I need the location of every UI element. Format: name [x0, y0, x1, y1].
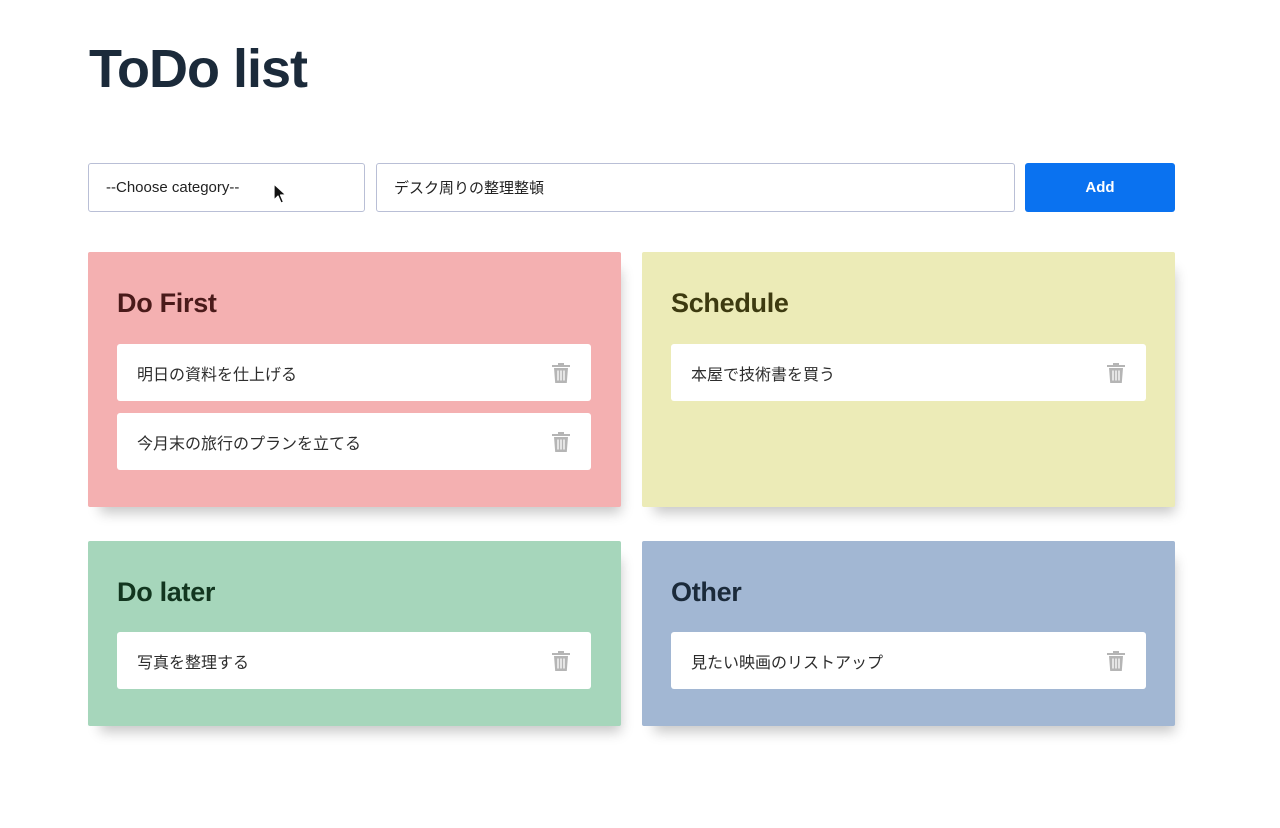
todo-item: 明日の資料を仕上げる	[117, 344, 591, 401]
trash-icon[interactable]	[551, 362, 571, 384]
task-input[interactable]: デスク周りの整理整頓	[376, 163, 1015, 212]
panel-title: Do First	[117, 288, 217, 318]
todo-item-text: 明日の資料を仕上げる	[137, 366, 298, 384]
todo-item-text: 写真を整理する	[137, 654, 250, 672]
todo-item-text: 見たい映画のリストアップ	[691, 654, 884, 672]
todo-item-text: 本屋で技術書を買う	[691, 366, 836, 384]
mouse-cursor-icon	[273, 183, 287, 204]
todo-item: 今月末の旅行のプランを立てる	[117, 413, 591, 470]
panel-do-later: Do later 写真を整理する	[88, 541, 621, 726]
trash-icon[interactable]	[551, 431, 571, 453]
category-select[interactable]: --Choose category--	[88, 163, 365, 212]
add-button[interactable]: Add	[1025, 163, 1175, 212]
trash-icon[interactable]	[1106, 650, 1126, 672]
page-title: ToDo list	[89, 39, 308, 99]
panel-do-first: Do First 明日の資料を仕上げる 今月末の旅行のプランを立てる	[88, 252, 621, 507]
todo-item-text: 今月末の旅行のプランを立てる	[137, 435, 362, 453]
todo-item: 写真を整理する	[117, 632, 591, 689]
trash-icon[interactable]	[551, 650, 571, 672]
todo-item: 見たい映画のリストアップ	[671, 632, 1146, 689]
category-select-value: --Choose category--	[106, 179, 240, 196]
todo-item: 本屋で技術書を買う	[671, 344, 1146, 401]
panel-title: Schedule	[671, 288, 789, 318]
panel-title: Other	[671, 577, 742, 607]
panel-schedule: Schedule 本屋で技術書を買う	[642, 252, 1175, 507]
trash-icon[interactable]	[1106, 362, 1126, 384]
panel-other: Other 見たい映画のリストアップ	[642, 541, 1175, 726]
todo-app: ToDo list --Choose category-- デスク周りの整理整頓…	[0, 0, 1280, 828]
task-input-value: デスク周りの整理整頓	[394, 180, 545, 197]
panel-title: Do later	[117, 577, 216, 607]
